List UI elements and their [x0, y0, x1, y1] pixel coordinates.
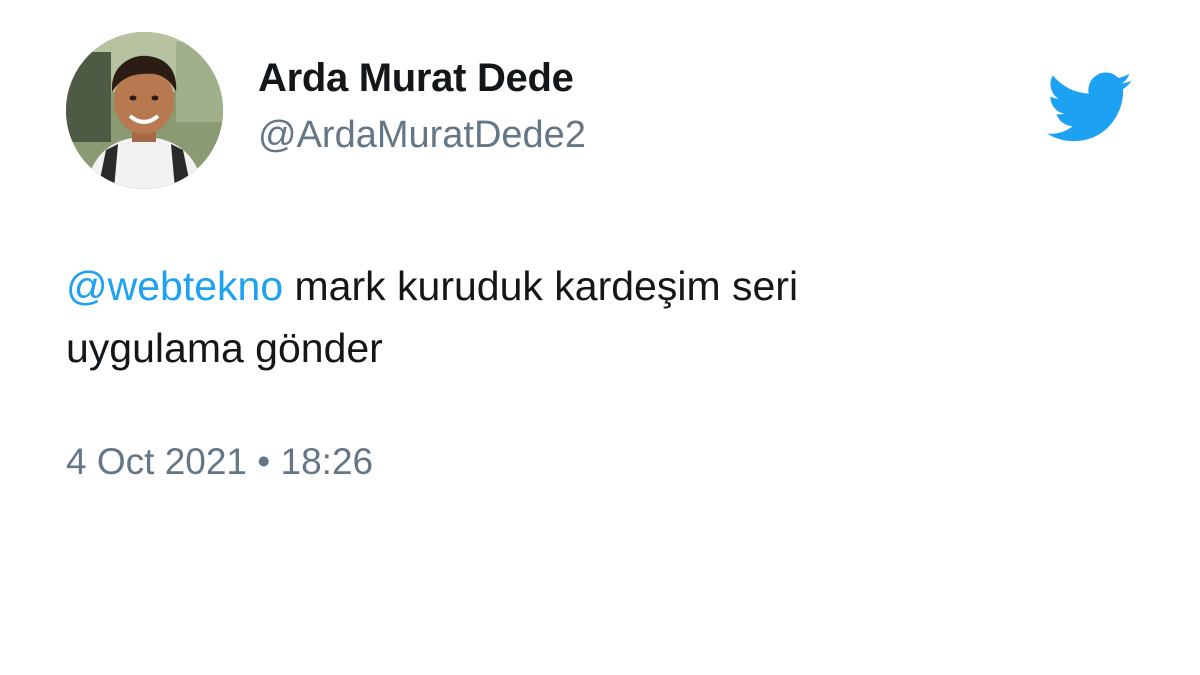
username-handle[interactable]: @ArdaMuratDede2 [258, 114, 586, 157]
display-name[interactable]: Arda Murat Dede [258, 56, 574, 101]
avatar-photo [66, 32, 223, 189]
twitter-bird-icon[interactable] [1046, 72, 1134, 144]
tweet-text-line2: uygulama gönder [66, 325, 383, 371]
timestamp[interactable]: 4 Oct 2021 • 18:26 [66, 441, 373, 483]
tweet-text-line1: mark kuruduk kardeşim seri [283, 263, 799, 309]
tweet-time: 18:26 [280, 441, 374, 482]
tweet-text: @webtekno mark kuruduk kardeşim seri uyg… [66, 255, 1066, 379]
tweet-date: 4 Oct 2021 [66, 441, 248, 482]
mention-link[interactable]: @webtekno [66, 263, 283, 309]
tweet-card: Arda Murat Dede @ArdaMuratDede2 @webtekn… [0, 0, 1200, 675]
timestamp-separator: • [247, 441, 281, 482]
avatar[interactable] [66, 32, 223, 189]
